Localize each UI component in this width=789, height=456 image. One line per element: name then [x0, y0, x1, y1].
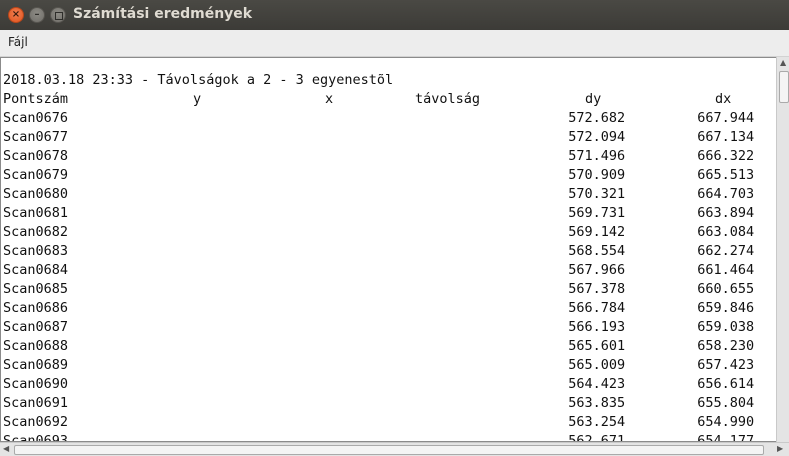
x-value: 667.944: [697, 110, 755, 126]
column-header-distance: távolság: [415, 91, 481, 107]
point-name: Scan0679: [3, 167, 69, 183]
point-name: Scan0680: [3, 186, 69, 202]
scroll-left-icon[interactable]: ◀: [3, 444, 9, 453]
y-value: 566.784: [568, 300, 626, 316]
y-value: 570.909: [568, 167, 626, 183]
y-value: 572.682: [568, 110, 626, 126]
x-value: 662.274: [697, 243, 755, 259]
x-value: 667.134: [697, 129, 755, 145]
results-text: 2018.03.18 23:33 - Távolságok a 2 - 3 eg…: [3, 71, 754, 442]
table-row: Scan0691563.835655.8040.0180.014-0.010: [3, 394, 754, 413]
column-header-y: y: [193, 91, 202, 107]
point-name: Scan0681: [3, 205, 69, 221]
point-name: Scan0689: [3, 357, 69, 373]
point-name: Scan0692: [3, 414, 69, 430]
x-value: 660.655: [697, 281, 755, 297]
table-row: Scan0688565.601658.2300.0150.012-0.009: [3, 337, 754, 356]
minimize-icon: –: [34, 9, 40, 20]
x-value: 654.177: [697, 433, 755, 442]
x-value: 658.230: [697, 338, 755, 354]
x-value: 663.894: [697, 205, 755, 221]
table-row: Scan0681569.731663.8940.0030.002-0.002: [3, 204, 754, 223]
table-row: Scan0678571.496666.3220.0020.002-0.001: [3, 147, 754, 166]
point-name: Scan0677: [3, 129, 69, 145]
scroll-right-icon[interactable]: ▶: [777, 444, 783, 453]
y-value: 572.094: [568, 129, 626, 145]
table-row: Scan0680570.321664.7030.0010.001-0.001: [3, 185, 754, 204]
table-row: Scan0676572.682667.944-0.004-0.0030.002: [3, 109, 754, 128]
x-value: 654.990: [697, 414, 755, 430]
horizontal-scroll-thumb[interactable]: [14, 445, 764, 455]
column-header-x: x: [325, 91, 334, 107]
point-name: Scan0684: [3, 262, 69, 278]
y-value: 565.009: [568, 357, 626, 373]
table-row: Scan0685567.378660.6550.0030.002-0.002: [3, 280, 754, 299]
point-name: Scan0690: [3, 376, 69, 392]
menu-bar: Fájl: [0, 30, 789, 57]
window-title: Számítási eredmények: [73, 6, 253, 22]
point-name: Scan0688: [3, 338, 69, 354]
x-value: 661.464: [697, 262, 755, 278]
y-value: 569.142: [568, 224, 626, 240]
x-value: 666.322: [697, 148, 755, 164]
table-row: Scan0693562.671654.1770.0030.002-0.002: [3, 432, 754, 442]
title-bar: × – Számítási eredmények: [0, 0, 789, 30]
report-heading: 2018.03.18 23:33 - Távolságok a 2 - 3 eg…: [3, 72, 394, 88]
point-name: Scan0682: [3, 224, 69, 240]
y-value: 566.193: [568, 319, 626, 335]
vertical-scrollbar[interactable]: ▲: [776, 57, 789, 442]
x-value: 656.614: [697, 376, 755, 392]
table-row: Scan0682569.142663.0840.0030.003-0.002: [3, 223, 754, 242]
point-name: Scan0693: [3, 433, 69, 442]
point-name: Scan0683: [3, 243, 69, 259]
table-row: Scan0677572.094667.134-0.004-0.0040.003: [3, 128, 754, 147]
y-value: 569.731: [568, 205, 626, 221]
y-value: 562.671: [568, 433, 626, 442]
x-value: 659.038: [697, 319, 755, 335]
y-value: 567.378: [568, 281, 626, 297]
y-value: 567.966: [568, 262, 626, 278]
table-row: Scan0690564.423656.6140.0180.015-0.011: [3, 375, 754, 394]
column-header-dx: dx: [715, 91, 732, 107]
x-value: 665.513: [697, 167, 755, 183]
scroll-up-icon[interactable]: ▲: [780, 58, 786, 67]
point-name: Scan0685: [3, 281, 69, 297]
y-value: 563.835: [568, 395, 626, 411]
point-name: Scan0676: [3, 110, 69, 126]
point-name: Scan0686: [3, 300, 69, 316]
x-value: 657.423: [697, 357, 755, 373]
x-value: 663.084: [697, 224, 755, 240]
point-name: Scan0678: [3, 148, 69, 164]
menu-file[interactable]: Fájl: [8, 35, 28, 49]
x-value: 655.804: [697, 395, 755, 411]
y-value: 570.321: [568, 186, 626, 202]
y-value: 568.554: [568, 243, 626, 259]
y-value: 565.601: [568, 338, 626, 354]
column-header-row: Pontszám y x távolság dy dx: [3, 90, 731, 109]
table-row: Scan0683568.554662.2740.0030.002-0.002: [3, 242, 754, 261]
maximize-icon: [55, 12, 63, 20]
table-row: Scan0689565.009657.4230.0190.016-0.011: [3, 356, 754, 375]
table-row: Scan0687566.193659.0380.0110.009-0.006: [3, 318, 754, 337]
minimize-window-button[interactable]: –: [29, 7, 45, 23]
point-name: Scan0687: [3, 319, 69, 335]
table-row: Scan0686566.784659.8460.0080.006-0.004: [3, 299, 754, 318]
table-row: Scan0684567.966661.4640.0020.002-0.001: [3, 261, 754, 280]
y-value: 571.496: [568, 148, 626, 164]
close-window-button[interactable]: ×: [8, 7, 24, 23]
y-value: 564.423: [568, 376, 626, 392]
vertical-scroll-thumb[interactable]: [779, 71, 789, 103]
column-header-dy: dy: [585, 91, 602, 107]
column-header-point: Pontszám: [3, 91, 69, 107]
table-row: Scan0679570.909665.5130.0010.001-0.001: [3, 166, 754, 185]
results-text-view[interactable]: 2018.03.18 23:33 - Távolságok a 2 - 3 eg…: [0, 57, 778, 442]
point-name: Scan0691: [3, 395, 69, 411]
close-icon: ×: [11, 9, 21, 20]
maximize-window-button[interactable]: [50, 7, 66, 23]
horizontal-scrollbar[interactable]: ◀ ▶: [0, 442, 789, 456]
y-value: 563.254: [568, 414, 626, 430]
table-row: Scan0692563.254654.9900.0090.007-0.005: [3, 413, 754, 432]
x-value: 664.703: [697, 186, 755, 202]
x-value: 659.846: [697, 300, 755, 316]
